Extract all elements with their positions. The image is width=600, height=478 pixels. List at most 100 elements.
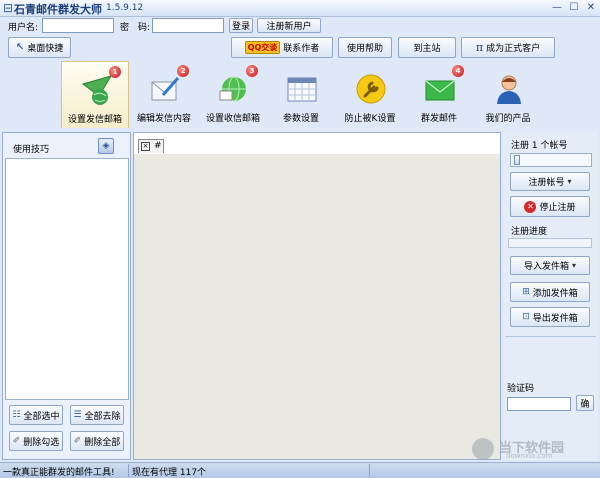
contact-author-button[interactable]: QQ交谈 联系作者 [231,37,333,58]
tool-sender-setup[interactable]: 1 设置发信邮箱 [61,61,129,128]
green-envelope-icon [425,80,455,101]
captcha-label: 验证码 [507,384,535,394]
tool-label: 设置发信邮箱 [67,115,122,125]
captcha-input[interactable] [507,397,571,411]
window-title: 石青邮件群发大师 [14,3,102,16]
home-site-button[interactable]: 到主站 [398,37,456,58]
desktop-shortcut-button[interactable]: ↖ 桌面快捷 [8,37,71,58]
tool-label: 群发邮件 [420,114,457,124]
globe-mail-icon [219,76,246,102]
register-new-user-button[interactable]: 注册新用户 [257,18,321,33]
status-divider [369,464,370,477]
tips-panel: 使用技巧 ◈ ☷ 全部选中 ☰ 全部去除 ✐ 删除勾选 ✐ 删除全部 [2,132,131,460]
captcha-confirm-button[interactable]: 确 [576,395,594,411]
content-area: × # [133,132,501,460]
status-bar: 一款真正能群发的邮件工具! 现在有代理 117个 [0,462,600,478]
tool-label: 设置收信邮箱 [205,114,260,124]
register-panel: 注册 1 个帐号 注册帐号 ▾ ✕ 停止注册 注册进度 导入发件箱 ▾ ⊞ 添加… [503,132,598,460]
select-all-button[interactable]: ☷ 全部选中 [9,405,63,425]
tool-send-mail[interactable]: 4 群发邮件 [405,61,473,128]
password-input[interactable] [152,18,224,33]
username-input[interactable] [42,18,114,33]
watermark: 当下软件园 downxia.com [472,437,598,461]
uncheck-list-icon: ☰ [73,410,82,420]
tool-label: 我们的产品 [485,114,531,124]
add-mailbox-icon: ⊞ [522,287,530,297]
qq-chat-icon: QQ交谈 [244,41,281,54]
register-progress-label: 注册进度 [511,227,548,237]
delete-all-button[interactable]: ✐ 删除全部 [70,431,124,451]
calendar-grid-icon [287,77,317,102]
watermark-url: downxia.com [506,452,553,460]
tool-anti-block[interactable]: 防止被K设置 [336,61,404,128]
register-count-label: 注册 1 个帐号 [511,141,568,151]
user-avatar-icon [497,75,521,104]
help-button[interactable]: 使用帮助 [338,37,392,58]
delete-checked-label: 删除勾选 [23,437,60,448]
deselect-all-button[interactable]: ☰ 全部去除 [70,405,124,425]
minimize-icon[interactable]: — [549,2,565,15]
dropdown-caret-icon: ▾ [567,177,572,186]
add-sender-label: 添加发件箱 [532,288,578,299]
status-slogan: 一款真正能群发的邮件工具! [3,468,115,478]
login-bar: 用户名: 密 码: 登录 注册新用户 [0,17,600,35]
divider [505,336,596,337]
doc-tab[interactable]: × # [138,139,164,153]
tool-badge-3: 3 [246,65,258,77]
pi-icon: π [475,41,484,54]
status-divider [128,464,129,477]
eraser-icon: ✐ [12,436,21,446]
delete-checked-button[interactable]: ✐ 删除勾选 [9,431,63,451]
stop-register-button[interactable]: ✕ 停止注册 [510,196,590,217]
export-mailbox-icon: ⊡ [522,312,530,322]
tool-badge-4: 4 [452,65,464,77]
import-senders-label: 导入发件箱 [523,262,569,272]
tab-close-icon[interactable]: × [141,142,150,151]
window-version: 1.5.9.12 [106,3,144,13]
shortcut-arrow-icon: ↖ [15,42,25,53]
login-button[interactable]: 登录 [229,18,253,33]
export-senders-label: 导出发件箱 [532,313,578,324]
app-icon: ⊟ [3,1,14,15]
tool-badge-2: 2 [177,65,189,77]
tool-label: 编辑发信内容 [136,114,191,124]
dropdown-caret-icon: ▾ [572,261,577,270]
function-toolbar: 1 设置发信邮箱 2 编辑发信内容 3 设置收信邮箱 参数设置 防止被K设置 4… [0,61,600,128]
maximize-icon[interactable]: ☐ [566,2,582,15]
register-accounts-button[interactable]: 注册帐号 ▾ [510,172,590,191]
top-toolbar: ↖ 桌面快捷 QQ交谈 联系作者 使用帮助 到主站 π 成为正式客户 [0,35,600,61]
register-accounts-label: 注册帐号 [528,178,565,188]
become-customer-label: 成为正式客户 [486,44,541,54]
tool-our-products[interactable]: 我们的产品 [474,61,542,128]
diamond-arrow-icon: ◈ [102,141,110,151]
tool-parameters[interactable]: 参数设置 [267,61,335,128]
become-customer-button[interactable]: π 成为正式客户 [461,37,555,58]
eraser-all-icon: ✐ [73,436,82,446]
deselect-all-label: 全部去除 [84,411,121,422]
slider-thumb[interactable] [514,155,521,165]
delete-all-label: 删除全部 [84,437,121,448]
title-bar: ⊟ 石青邮件群发大师 1.5.9.12 — ☐ ✕ [0,0,600,17]
tool-label: 防止被K设置 [344,114,396,124]
tool-recipient-setup[interactable]: 3 设置收信邮箱 [199,61,267,128]
check-list-icon: ☷ [12,410,21,420]
stop-icon: ✕ [524,200,537,213]
register-progress-bar [508,238,592,248]
tab-strip: × # [134,133,500,154]
export-senders-button[interactable]: ⊡ 导出发件箱 [510,307,590,327]
tips-expand-button[interactable]: ◈ [98,138,114,154]
tips-title: 使用技巧 [13,145,50,155]
add-sender-button[interactable]: ⊞ 添加发件箱 [510,282,590,302]
username-label: 用户名: [8,23,39,33]
tool-edit-content[interactable]: 2 编辑发信内容 [130,61,198,128]
register-count-slider[interactable] [510,153,592,167]
envelope-pencil-icon [151,77,180,101]
close-icon[interactable]: ✕ [583,2,599,15]
select-all-label: 全部选中 [23,411,60,422]
tool-label: 参数设置 [282,114,319,124]
watermark-logo-icon [472,438,494,460]
tool-badge-1: 1 [109,66,121,78]
tips-list[interactable] [5,158,129,400]
import-senders-button[interactable]: 导入发件箱 ▾ [510,256,590,275]
stop-register-label: 停止注册 [539,203,576,213]
